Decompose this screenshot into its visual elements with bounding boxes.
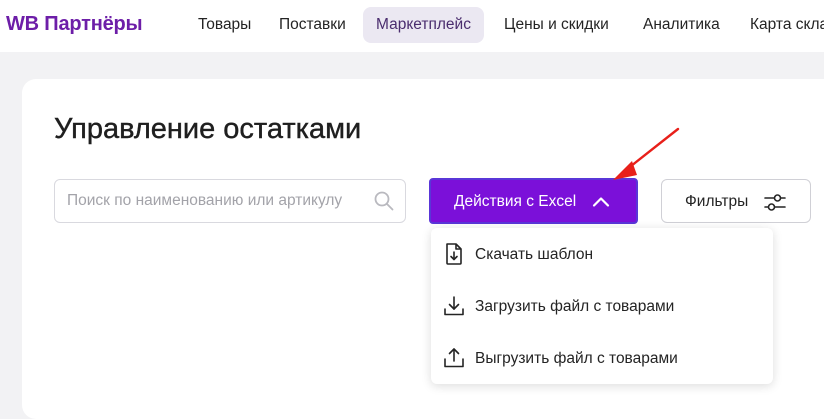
excel-actions-label: Действия с Excel xyxy=(454,193,577,210)
chevron-up-icon xyxy=(592,197,610,207)
sliders-icon xyxy=(764,194,786,211)
excel-actions-button[interactable]: Действия с Excel xyxy=(429,178,638,224)
search-icon[interactable] xyxy=(373,190,395,212)
filters-label: Фильтры xyxy=(685,193,749,210)
menu-item-upload-products-file[interactable]: Загрузить файл с товарами xyxy=(431,282,773,330)
menu-item-label: Скачать шаблон xyxy=(475,246,594,263)
nav-item-products[interactable]: Товары xyxy=(185,7,264,43)
excel-actions-menu: Скачать шаблон Загрузить файл с товарами… xyxy=(431,228,773,384)
upload-icon xyxy=(444,348,464,368)
file-download-icon xyxy=(446,243,462,265)
menu-item-label: Загрузить файл с товарами xyxy=(475,298,675,315)
menu-item-export-products-file[interactable]: Выгрузить файл с товарами xyxy=(431,334,773,382)
menu-item-label: Выгрузить файл с товарами xyxy=(475,350,678,367)
nav-item-marketplace[interactable]: Маркетплейс xyxy=(363,7,484,43)
menu-item-download-template[interactable]: Скачать шаблон xyxy=(431,230,773,278)
nav-item-analytics[interactable]: Аналитика xyxy=(630,7,733,43)
nav-item-prices-discounts[interactable]: Цены и скидки xyxy=(491,7,622,43)
search-field[interactable] xyxy=(54,179,406,223)
top-navigation-bar: WB Партнёры Товары Поставки Маркетплейс … xyxy=(0,0,824,52)
nav-item-supplies[interactable]: Поставки xyxy=(266,7,359,43)
search-input[interactable] xyxy=(67,180,367,222)
download-icon xyxy=(444,296,464,316)
nav-item-warehouse-map[interactable]: Карта скла xyxy=(737,7,824,43)
filters-button[interactable]: Фильтры xyxy=(661,179,811,223)
page-title: Управление остатками xyxy=(54,113,362,145)
brand-logo[interactable]: WB Партнёры xyxy=(6,13,143,36)
